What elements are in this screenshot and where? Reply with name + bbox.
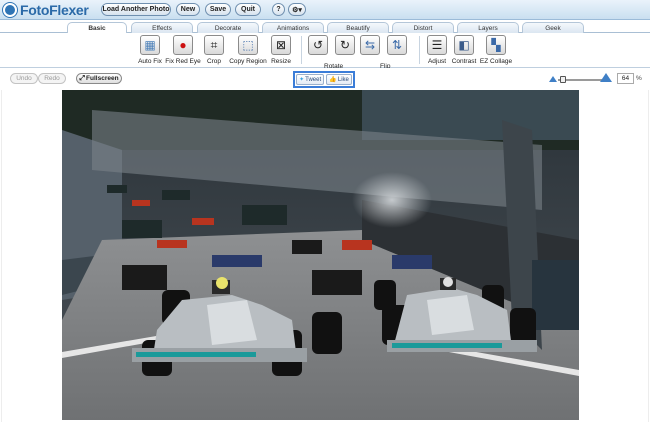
tab-geek[interactable]: Geek (522, 22, 584, 33)
zoom-in-mountain-icon[interactable] (600, 73, 612, 82)
quit-button[interactable]: Quit (235, 3, 261, 16)
like-button[interactable]: 👍 Like (326, 74, 352, 85)
tab-decorate[interactable]: Decorate (197, 22, 259, 33)
tool-label: Crop (206, 58, 222, 65)
settings-menu-button[interactable]: ⚙▾ (288, 3, 306, 16)
zoom-percent-unit: % (636, 75, 642, 82)
zoom-out-mountain-icon[interactable] (549, 76, 557, 82)
tool-label: Auto Fix (138, 58, 162, 65)
thumbs-up-icon: 👍 (329, 77, 337, 83)
copy-region-icon: ⬚ (238, 35, 258, 55)
tool-label: EZ Collage (479, 58, 513, 65)
tool-label: Contrast (451, 58, 477, 65)
auto-fix-icon: ▦ (140, 35, 160, 55)
collage-icon: ▚ (486, 35, 506, 55)
save-button[interactable]: Save (205, 3, 231, 16)
tab-distort[interactable]: Distort (392, 22, 454, 33)
basic-tools-toolbar: ▦ Auto Fix ● Fix Red Eye ⌗ Crop ⬚ Copy R… (0, 33, 650, 70)
help-button[interactable]: ? (272, 3, 285, 16)
fullscreen-icon: ⤢ (79, 74, 86, 82)
load-another-photo-button[interactable]: Load Another Photo (101, 3, 171, 16)
fullscreen-label: Fullscreen (86, 75, 119, 82)
fotoflexer-app: FotoFlexer Load Another Photo New Save Q… (0, 0, 650, 422)
tweet-label: Tweet (305, 76, 322, 83)
flip-vertical-button[interactable]: ⇅ (376, 35, 418, 55)
like-label: Like (337, 76, 349, 83)
edited-photo-image[interactable] (62, 90, 579, 420)
camera-lens-icon (3, 3, 17, 17)
contrast-icon: ◧ (454, 35, 474, 55)
social-share-box: ✦ Tweet 👍 Like (293, 71, 355, 88)
zoom-percent-field[interactable]: 64 (617, 73, 634, 84)
red-eye-icon: ● (173, 35, 193, 55)
zoom-slider-thumb[interactable] (560, 76, 566, 83)
tab-animations[interactable]: Animations (262, 22, 324, 33)
fullscreen-button[interactable]: ⤢ Fullscreen (76, 73, 122, 84)
ez-collage-button[interactable]: ▚ EZ Collage (475, 35, 517, 65)
crop-icon: ⌗ (204, 35, 224, 55)
fotoflexer-logo[interactable]: FotoFlexer (3, 1, 89, 19)
new-button[interactable]: New (176, 3, 200, 16)
resize-button[interactable]: ⊠ Resize (260, 35, 302, 65)
undo-button[interactable]: Undo (10, 73, 38, 84)
logo-text: FotoFlexer (20, 2, 89, 18)
twitter-bird-icon: ✦ (299, 77, 305, 83)
category-tabs: Basic Effects Decorate Animations Beauti… (0, 20, 650, 34)
editing-canvas[interactable] (1, 90, 649, 422)
tweet-button[interactable]: ✦ Tweet (296, 74, 325, 85)
tool-label: Resize (271, 58, 291, 65)
tab-layers[interactable]: Layers (457, 22, 519, 33)
tab-effects[interactable]: Effects (131, 22, 193, 33)
redo-button[interactable]: Redo (38, 73, 66, 84)
top-header-bar: FotoFlexer Load Another Photo New Save Q… (0, 0, 650, 20)
tab-beautify[interactable]: Beautify (327, 22, 389, 33)
flip-vertical-icon: ⇅ (387, 35, 407, 55)
resize-icon: ⊠ (271, 35, 291, 55)
